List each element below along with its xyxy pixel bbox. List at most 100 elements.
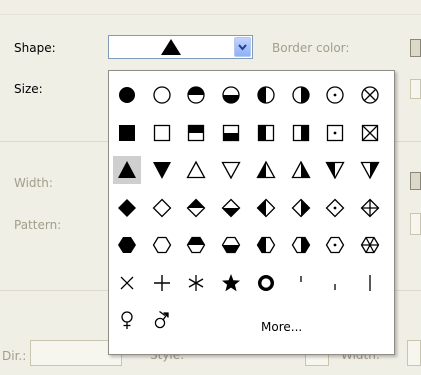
shape-option-filled-diamond[interactable]: [113, 194, 141, 222]
cross-x-icon: [120, 276, 134, 289]
shape-option-circle-left-half[interactable]: [252, 81, 280, 109]
border-color-button[interactable]: [410, 39, 421, 57]
circle-right-half-icon: [291, 86, 310, 104]
triangle-up-left-half-icon: [256, 160, 276, 179]
plus-icon: [153, 274, 170, 291]
empty-hexagon-icon: [152, 236, 171, 254]
empty-triangle-down-icon: [221, 161, 241, 180]
filled-triangle-down-icon: [152, 162, 171, 179]
pattern-field-edge[interactable]: [410, 213, 421, 235]
shape-option-square-bottom-half[interactable]: [217, 119, 245, 147]
shape-option-female-symbol[interactable]: [113, 306, 141, 334]
shape-option-empty-circle[interactable]: [148, 81, 176, 109]
shape-option-circle-dot[interactable]: [321, 81, 349, 109]
shape-option-square-dot[interactable]: [321, 119, 349, 147]
diamond-left-half-icon: [256, 198, 276, 217]
shape-option-empty-hexagon[interactable]: [148, 231, 176, 259]
shape-option-hexagon-bottom-half[interactable]: [217, 231, 245, 259]
shape-combobox[interactable]: [108, 35, 253, 59]
diamond-bottom-half-icon: [221, 198, 241, 217]
hexagon-dot-icon: [325, 236, 345, 254]
shape-option-male-symbol[interactable]: [148, 306, 176, 334]
width-label: Width:: [14, 176, 53, 190]
shape-option-filled-hexagon[interactable]: [113, 231, 141, 259]
shape-option-filled-triangle-down[interactable]: [148, 156, 176, 184]
filled-hexagon-icon: [118, 237, 136, 253]
width2-field[interactable]: [407, 340, 421, 366]
thick-ring-icon: [257, 274, 274, 291]
filled-diamond-icon: [118, 198, 136, 217]
shape-option-empty-triangle-down[interactable]: [217, 156, 245, 184]
shape-option-short-tick-top[interactable]: [287, 269, 315, 297]
asterisk-icon: [189, 274, 204, 291]
shape-option-diamond-plus[interactable]: [356, 194, 384, 222]
chevron-down-icon: [238, 44, 247, 51]
shape-option-asterisk[interactable]: [182, 269, 210, 297]
shape-option-triangle-down-left-half[interactable]: [321, 156, 349, 184]
shape-option-square-right-half[interactable]: [287, 119, 315, 147]
short-tick-bottom-icon: [334, 283, 336, 290]
shape-option-triangle-up-left-half[interactable]: [252, 156, 280, 184]
width-swatch[interactable]: [410, 172, 421, 190]
shape-option-empty-diamond[interactable]: [148, 194, 176, 222]
shape-option-diamond-right-half[interactable]: [287, 194, 315, 222]
shape-option-triangle-up-right-half[interactable]: [287, 156, 315, 184]
shape-option-hexagon-dot[interactable]: [321, 231, 349, 259]
shape-option-square-left-half[interactable]: [252, 119, 280, 147]
shape-picker-popup: More...: [108, 70, 395, 355]
shape-option-thick-ring[interactable]: [252, 269, 280, 297]
empty-diamond-icon: [152, 198, 172, 217]
shape-option-short-tick-bottom[interactable]: [321, 269, 349, 297]
empty-square-icon: [153, 124, 170, 141]
shape-option-hexagon-asterisk[interactable]: [356, 231, 384, 259]
dropdown-button[interactable]: [234, 37, 251, 57]
shape-option-triangle-down-right-half[interactable]: [356, 156, 384, 184]
border-color-label: Border color:: [272, 41, 350, 55]
hexagon-bottom-half-icon: [221, 236, 241, 254]
shape-option-hexagon-left-half[interactable]: [252, 231, 280, 259]
square-right-half-icon: [292, 124, 309, 141]
shape-option-star[interactable]: [217, 269, 245, 297]
shape-option-filled-circle[interactable]: [113, 81, 141, 109]
shape-option-square-x[interactable]: [356, 119, 384, 147]
diamond-dot-icon: [325, 198, 345, 217]
pattern-label: Pattern:: [14, 218, 62, 232]
star-icon: [222, 273, 241, 291]
shape-option-hexagon-right-half[interactable]: [287, 231, 315, 259]
shape-option-plus[interactable]: [148, 269, 176, 297]
shape-option-diamond-dot[interactable]: [321, 194, 349, 222]
circle-x-icon: [361, 86, 379, 104]
shape-option-diamond-top-half[interactable]: [182, 194, 210, 222]
shape-option-empty-square[interactable]: [148, 119, 176, 147]
shape-option-circle-bottom-half[interactable]: [217, 81, 245, 109]
square-bottom-half-icon: [222, 124, 240, 141]
hexagon-right-half-icon: [291, 236, 310, 254]
shape-option-circle-x[interactable]: [356, 81, 384, 109]
empty-circle-icon: [153, 86, 171, 104]
empty-triangle-up-icon: [186, 160, 206, 179]
diamond-plus-icon: [360, 198, 380, 217]
selected-shape-display: [109, 36, 235, 58]
shape-option-vertical-line[interactable]: [356, 269, 384, 297]
filled-triangle-up-icon: [118, 161, 136, 178]
circle-left-half-icon: [257, 86, 275, 104]
shape-option-square-top-half[interactable]: [182, 119, 210, 147]
triangle-down-right-half-icon: [360, 161, 380, 180]
shape-option-filled-square[interactable]: [113, 119, 141, 147]
shape-option-cross-x[interactable]: [113, 269, 141, 297]
shape-option-diamond-bottom-half[interactable]: [217, 194, 245, 222]
square-top-half-icon: [188, 124, 205, 141]
shape-option-hexagon-top-half[interactable]: [182, 231, 210, 259]
more-link[interactable]: More...: [261, 320, 302, 334]
shape-option-diamond-left-half[interactable]: [252, 194, 280, 222]
filled-triangle-up-icon: [161, 39, 181, 55]
shape-option-circle-right-half[interactable]: [287, 81, 315, 109]
circle-dot-icon: [326, 86, 344, 104]
hexagon-top-half-icon: [187, 236, 206, 254]
dir-label: Dir.:: [2, 349, 27, 363]
size-field-edge[interactable]: [410, 79, 421, 99]
shape-option-empty-triangle-up[interactable]: [182, 156, 210, 184]
shape-option-circle-top-half[interactable]: [182, 81, 210, 109]
shape-option-filled-triangle-up[interactable]: [113, 156, 141, 184]
shape-label: Shape:: [14, 41, 56, 55]
